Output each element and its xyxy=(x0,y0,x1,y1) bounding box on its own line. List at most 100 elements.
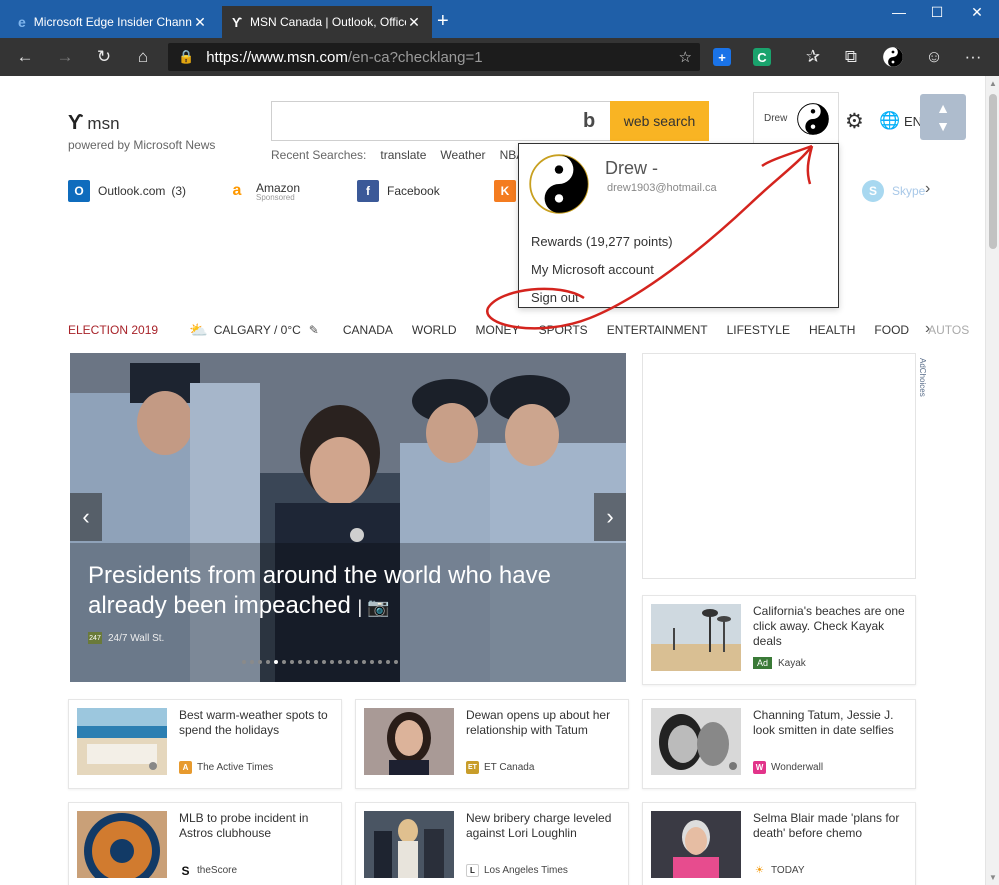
page-up-down-control[interactable]: ▲ ▼ xyxy=(920,94,966,140)
address-bar[interactable]: 🔒 https://www.msn.com /en-ca?checklang=1… xyxy=(168,43,700,71)
chevron-down-icon[interactable]: ▼ xyxy=(936,117,950,135)
nav-food[interactable]: FOOD xyxy=(874,323,909,337)
bing-icon: b xyxy=(583,110,596,132)
card-source-name: The Active Times xyxy=(197,762,274,773)
carousel-prev-arrow-icon[interactable]: ‹ xyxy=(70,493,102,541)
gear-icon[interactable]: ⚙ xyxy=(845,109,864,134)
nav-sports[interactable]: SPORTS xyxy=(539,323,588,337)
news-card[interactable]: Dewan opens up about her relationship wi… xyxy=(355,699,629,789)
carousel-dot[interactable] xyxy=(242,660,246,664)
card-source-name: Kayak xyxy=(778,657,806,669)
carousel-dot[interactable] xyxy=(378,660,382,664)
category-nav: ELECTION 2019 ⛅ CALGARY / 0°C ✎ CANADA W… xyxy=(68,320,969,340)
carousel-dot[interactable] xyxy=(306,660,310,664)
close-icon[interactable]: ✕ xyxy=(406,14,422,31)
scroll-up-icon[interactable]: ▲ xyxy=(989,79,997,88)
nav-canada[interactable]: CANADA xyxy=(343,323,393,337)
close-window-icon[interactable]: ✕ xyxy=(962,4,992,21)
page-scrollbar[interactable]: ▲ ▼ xyxy=(985,76,999,885)
news-card[interactable]: Best warm-weather spots to spend the hol… xyxy=(68,699,342,789)
web-search-button[interactable]: web search xyxy=(610,101,709,141)
nav-weather[interactable]: CALGARY / 0°C xyxy=(214,323,301,337)
news-card[interactable]: Selma Blair made 'plans for death' befor… xyxy=(642,802,916,885)
favorite-star-icon[interactable]: ☆ xyxy=(679,48,692,66)
quicklink-facebook[interactable]: f Facebook xyxy=(357,180,440,202)
chevron-up-icon[interactable]: ▲ xyxy=(936,99,950,117)
nav-world[interactable]: WORLD xyxy=(412,323,457,337)
card-thumbnail xyxy=(651,708,741,775)
carousel-dot[interactable] xyxy=(322,660,326,664)
globe-icon[interactable]: 🌐 xyxy=(879,111,900,131)
extension-c-icon[interactable]: C xyxy=(753,48,771,66)
forward-arrow-icon[interactable]: → xyxy=(52,44,78,70)
carousel-next-arrow-icon[interactable]: › xyxy=(594,493,626,541)
collections-icon[interactable]: ⧉ xyxy=(838,44,864,70)
carousel-dot[interactable] xyxy=(258,660,262,664)
hero-headline[interactable]: Presidents from around the world who hav… xyxy=(88,561,608,622)
news-card[interactable]: MLB to probe incident in Astros clubhous… xyxy=(68,802,342,885)
quicklink-skype[interactable]: S Skype xyxy=(862,180,925,202)
carousel-dot[interactable] xyxy=(354,660,358,664)
msn-logo[interactable]: ϒ msn xyxy=(68,112,120,135)
smiley-feedback-icon[interactable]: ☺ xyxy=(921,44,947,70)
sponsored-card[interactable]: California's beaches are one click away.… xyxy=(642,595,916,685)
quicklink-amazon[interactable]: a Amazon Sponsored xyxy=(226,180,300,202)
close-icon[interactable]: ✕ xyxy=(192,14,208,31)
nav-lifestyle[interactable]: LIFESTYLE xyxy=(727,323,790,337)
new-tab-plus-icon[interactable]: + xyxy=(437,11,449,31)
news-card[interactable]: Channing Tatum, Jessie J. look smitten i… xyxy=(642,699,916,789)
hero-carousel[interactable]: ‹ › Presidents from around the world who… xyxy=(70,353,626,682)
tab-title: MSN Canada | Outlook, Office, Skype xyxy=(250,15,406,29)
nav-entertainment[interactable]: ENTERTAINMENT xyxy=(607,323,708,337)
minimize-icon[interactable]: — xyxy=(884,4,914,20)
carousel-dot[interactable] xyxy=(362,660,366,664)
card-source-name: ET Canada xyxy=(484,762,535,773)
carousel-dot[interactable] xyxy=(266,660,270,664)
scrollbar-thumb[interactable] xyxy=(989,94,997,249)
chevron-right-icon[interactable]: › xyxy=(925,180,930,198)
nav-money[interactable]: MONEY xyxy=(476,323,520,337)
carousel-dot[interactable] xyxy=(346,660,350,664)
home-icon[interactable]: ⌂ xyxy=(130,44,156,70)
carousel-dot[interactable] xyxy=(386,660,390,664)
quicklink-outlook[interactable]: O Outlook.com (3) xyxy=(68,180,186,202)
more-menu-icon[interactable]: ··· xyxy=(960,44,986,70)
tab-msn[interactable]: ϒ MSN Canada | Outlook, Office, Skype ✕ xyxy=(222,6,432,38)
nav-autos[interactable]: AUTOS xyxy=(928,323,969,337)
favorites-list-icon[interactable]: ✰ xyxy=(800,44,826,70)
rewards-link[interactable]: Rewards (19,277 points) xyxy=(531,234,673,249)
carousel-dot[interactable] xyxy=(250,660,254,664)
carousel-dot[interactable] xyxy=(298,660,302,664)
card-source: ☀ TODAY xyxy=(753,864,805,877)
carousel-dot[interactable] xyxy=(338,660,342,664)
scroll-down-icon[interactable]: ▼ xyxy=(989,873,997,882)
sign-out-link[interactable]: Sign out xyxy=(531,290,579,305)
microsoft-account-link[interactable]: My Microsoft account xyxy=(531,262,654,277)
carousel-dot[interactable] xyxy=(290,660,294,664)
nav-health[interactable]: HEALTH xyxy=(809,323,855,337)
carousel-dot[interactable] xyxy=(370,660,374,664)
nav-election[interactable]: ELECTION 2019 xyxy=(68,323,158,337)
recent-search-item[interactable]: translate xyxy=(380,148,426,162)
news-card[interactable]: New bribery charge leveled against Lori … xyxy=(355,802,629,885)
recent-search-item[interactable]: Weather xyxy=(440,148,485,162)
carousel-dot[interactable] xyxy=(330,660,334,664)
carousel-dot[interactable] xyxy=(282,660,286,664)
carousel-dot[interactable] xyxy=(314,660,318,664)
profile-yin-yang-icon[interactable] xyxy=(880,44,906,70)
profile-button[interactable]: Drew xyxy=(753,92,839,144)
adchoices-label[interactable]: AdChoices xyxy=(918,358,927,397)
chevron-right-icon[interactable]: › xyxy=(925,320,930,338)
search-input[interactable] xyxy=(271,101,611,141)
back-arrow-icon[interactable]: ← xyxy=(12,44,38,70)
maximize-icon[interactable]: ☐ xyxy=(922,4,952,21)
edit-pencil-icon[interactable]: ✎ xyxy=(309,323,319,337)
extension-plus-icon[interactable]: + xyxy=(713,48,731,66)
tab-edge-insider[interactable]: e Microsoft Edge Insider Channels ✕ xyxy=(8,6,218,38)
carousel-dot[interactable] xyxy=(394,660,398,664)
profile-email: drew1903@hotmail.ca xyxy=(607,182,717,194)
carousel-dot[interactable] xyxy=(274,660,278,664)
refresh-icon[interactable]: ↻ xyxy=(91,44,117,70)
edge-icon: e xyxy=(18,14,26,30)
facebook-icon: f xyxy=(357,180,379,202)
